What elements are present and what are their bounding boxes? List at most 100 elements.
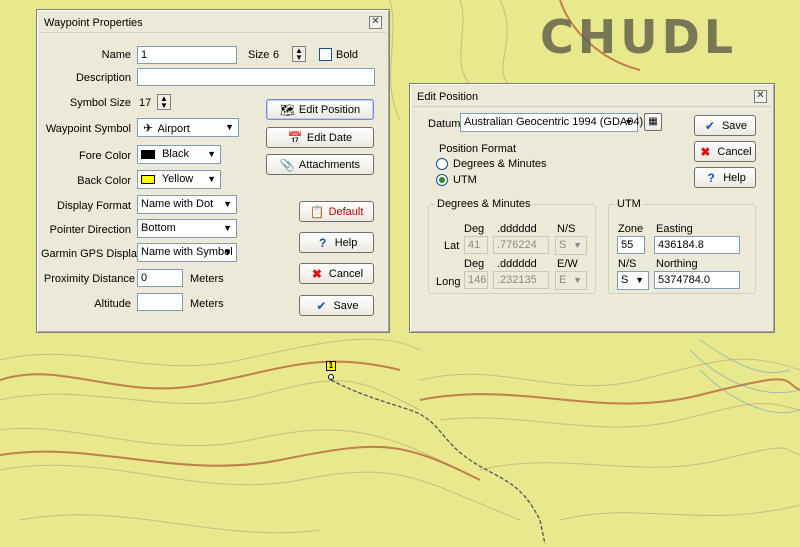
attachment-icon: 📎	[279, 157, 295, 172]
symbol-size-stepper[interactable]: ▲ ▼	[157, 94, 171, 110]
altitude-field[interactable]	[137, 293, 183, 311]
dec-header: .dddddd	[497, 223, 537, 235]
help-icon: ?	[319, 235, 327, 250]
zone-field[interactable]: 55	[617, 236, 645, 254]
back-color-select[interactable]: Yellow ▼	[137, 170, 221, 189]
cancel-button[interactable]: ✖ Cancel	[299, 263, 374, 284]
easting-field[interactable]: 436184.8	[654, 236, 740, 254]
deg-header-2: Deg	[464, 258, 485, 270]
lat-deg-field[interactable]: 41	[464, 236, 488, 254]
fore-color-value: Black	[162, 148, 189, 160]
calendar-icon: 📅	[287, 130, 303, 145]
long-dec-field[interactable]: .232135	[493, 271, 549, 289]
waypoint-dialog-titlebar[interactable]: Waypoint Properties ✕	[40, 13, 386, 33]
edit-position-title: Edit Position	[417, 90, 479, 103]
chevron-down-icon: ▼	[207, 174, 216, 184]
format-dm-radio[interactable]	[436, 158, 448, 170]
fore-color-select[interactable]: Black ▼	[137, 145, 221, 164]
pointer-direction-value: Bottom	[141, 222, 176, 234]
chevron-down-icon: ▼	[573, 275, 582, 285]
utm-group-title: UTM	[615, 197, 643, 211]
position-save-button[interactable]: ✔ Save	[694, 115, 756, 136]
dm-group-title: Degrees & Minutes	[435, 197, 533, 211]
help-button[interactable]: ? Help	[299, 232, 374, 253]
lat-label: Lat	[444, 240, 460, 252]
globe-icon: 🗺	[279, 102, 296, 117]
waypoint-symbol-select[interactable]: ✈ Airport ▼	[137, 118, 239, 137]
display-format-select[interactable]: Name with Dot ▼	[137, 195, 237, 214]
chevron-down-icon: ▼	[573, 240, 582, 250]
format-utm-label: UTM	[453, 174, 477, 186]
symbol-size-value[interactable]: 17	[139, 96, 151, 110]
back-color-swatch	[141, 174, 155, 184]
long-ew-value: E	[559, 274, 567, 286]
long-deg-field[interactable]: 146	[464, 271, 488, 289]
garmin-display-value: Name with Symbol	[141, 246, 233, 258]
airplane-icon: ✈	[142, 121, 154, 135]
northing-label: Northing	[656, 258, 698, 270]
long-label: Long	[436, 276, 461, 288]
name-label: Name	[101, 49, 131, 61]
description-field[interactable]	[137, 68, 375, 86]
garmin-display-label: Garmin GPS Display	[41, 248, 143, 260]
utm-ns-select[interactable]: S ▼	[617, 271, 649, 290]
position-cancel-button[interactable]: ✖ Cancel	[694, 141, 756, 162]
utm-ns-value: S	[621, 274, 629, 286]
altitude-unit-label: Meters	[190, 298, 224, 310]
size-stepper[interactable]: ▲ ▼	[292, 46, 306, 62]
chevron-down-icon: ▼	[635, 275, 644, 285]
utm-group: UTM Zone Easting 55 436184.8 N/S Northin…	[608, 197, 756, 294]
close-icon[interactable]: ✕	[369, 16, 382, 29]
cancel-label: Cancel	[328, 267, 364, 280]
description-label: Description	[75, 72, 131, 84]
position-save-label: Save	[721, 119, 748, 132]
chevron-down-icon: ▼	[223, 247, 232, 257]
display-format-label: Display Format	[57, 200, 131, 212]
waypoint-marker-dot[interactable]	[328, 374, 334, 380]
proximity-distance-field[interactable]: 0	[137, 269, 183, 287]
chevron-down-icon: ▼	[223, 199, 232, 209]
pointer-direction-select[interactable]: Bottom ▼	[137, 219, 237, 238]
lat-ns-select[interactable]: S ▼	[555, 236, 587, 255]
save-button[interactable]: ✔ Save	[299, 295, 374, 316]
long-ew-select[interactable]: E ▼	[555, 271, 587, 290]
cancel-x-icon: ✖	[311, 266, 322, 281]
garmin-display-select[interactable]: Name with Symbol ▼	[137, 243, 237, 262]
size-value[interactable]: 6	[273, 48, 279, 62]
dec-header-2: .dddddd	[497, 258, 537, 270]
zone-label: Zone	[618, 223, 644, 235]
datum-select[interactable]: Australian Geocentric 1994 (GDA94) ▼	[460, 113, 643, 132]
map-place-label: CHUDL	[540, 10, 738, 64]
back-color-value: Yellow	[161, 173, 194, 185]
close-icon[interactable]: ✕	[754, 90, 767, 103]
edit-date-button[interactable]: 📅 Edit Date	[266, 127, 374, 148]
datum-value: Australian Geocentric 1994 (GDA94)	[464, 116, 644, 128]
waypoint-marker-label[interactable]: 1	[326, 361, 336, 371]
edit-position-button[interactable]: 🗺 Edit Position	[266, 99, 374, 120]
format-utm-radio[interactable]	[436, 174, 448, 186]
bold-checkbox[interactable]	[319, 48, 332, 61]
northing-field[interactable]: 5374784.0	[654, 271, 740, 289]
edit-position-label: Edit Position	[298, 103, 361, 116]
datum-picker-button[interactable]: ▦	[644, 113, 662, 131]
position-help-button[interactable]: ? Help	[694, 167, 756, 188]
name-field[interactable]: 1	[137, 46, 237, 64]
ew-header: E/W	[557, 258, 578, 270]
cancel-x-icon: ✖	[700, 144, 711, 159]
attachments-button[interactable]: 📎 Attachments	[266, 154, 374, 175]
chevron-down-icon: ▼	[225, 122, 234, 132]
symbol-size-label: Symbol Size	[69, 97, 131, 109]
edit-position-titlebar[interactable]: Edit Position ✕	[413, 87, 771, 107]
degrees-minutes-group: Degrees & Minutes Deg .dddddd N/S Lat 41…	[428, 197, 596, 294]
attachments-label: Attachments	[298, 158, 361, 171]
waypoint-dialog-title: Waypoint Properties	[44, 16, 143, 29]
fore-color-swatch	[141, 149, 155, 159]
help-label: Help	[334, 236, 358, 249]
proximity-distance-label: Proximity Distance	[43, 273, 135, 285]
default-button[interactable]: 📋 Default	[299, 201, 374, 222]
edit-date-label: Edit Date	[306, 131, 353, 144]
save-label: Save	[333, 299, 359, 312]
lat-dec-field[interactable]: .776224	[493, 236, 549, 254]
bold-label: Bold	[336, 49, 359, 61]
position-help-label: Help	[723, 171, 746, 184]
